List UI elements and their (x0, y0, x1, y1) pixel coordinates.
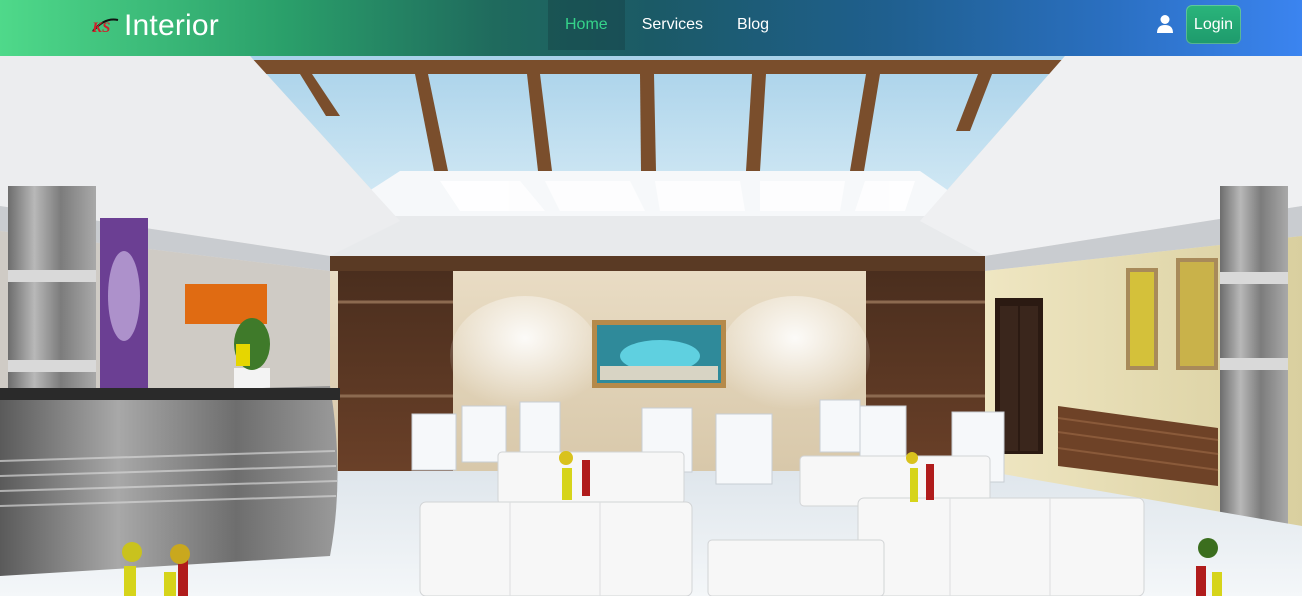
main-nav: Home Services Blog (548, 0, 786, 56)
login-button[interactable]: Login (1186, 5, 1241, 44)
user-icon[interactable] (1156, 14, 1174, 34)
brand[interactable]: KS Interior (90, 8, 219, 44)
brand-logo-icon: KS (91, 18, 119, 36)
top-navbar: KS Interior Home Services Blog Login (0, 0, 1302, 56)
nav-link-home[interactable]: Home (548, 0, 625, 50)
hero-banner (0, 56, 1302, 596)
svg-text:KS: KS (91, 20, 110, 36)
hero-interior-image (0, 56, 1302, 596)
brand-name: Interior (124, 9, 219, 42)
nav-link-services[interactable]: Services (625, 0, 720, 50)
nav-link-blog[interactable]: Blog (720, 0, 786, 50)
